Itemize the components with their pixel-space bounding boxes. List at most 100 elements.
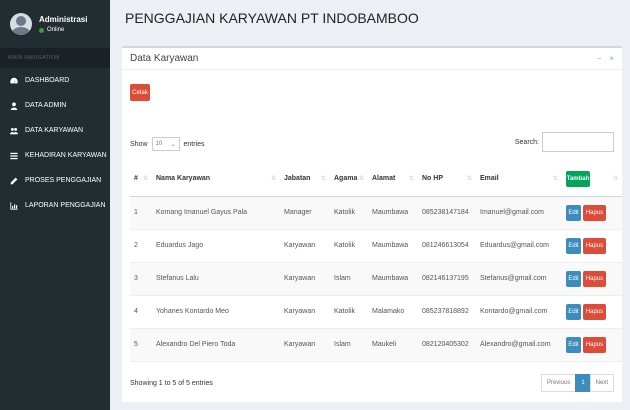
sidebar-item-proses-penggajian[interactable]: PROSES PENGGAJIAN <box>0 168 110 193</box>
box-header: Data Karyawan − × <box>122 48 622 70</box>
sidebar-item-laporan-penggajian[interactable]: LAPORAN PENGGAJIAN <box>0 193 110 218</box>
nav-header: MAIN NAVIGATION <box>0 48 110 68</box>
cell-actions: Edit Hapus <box>562 196 622 230</box>
chart-icon <box>9 201 19 210</box>
entries-show-label: Show <box>130 140 148 148</box>
edit-button[interactable]: Edit <box>566 237 581 254</box>
cell-alamat: Maumbawa <box>368 229 418 263</box>
table-row: 3 Stefanus Lalu Karyawan Islam Maumbawa 08214… <box>130 262 622 296</box>
cell-nama: Komang Imanuel Gayus Pala <box>152 196 280 230</box>
users-icon <box>9 126 19 135</box>
cell-no: 1 <box>130 196 152 230</box>
cell-nohp: 085237818892 <box>418 295 476 329</box>
cell-email: Kontardo@gmail.com <box>476 295 562 329</box>
dashboard-icon <box>9 76 19 85</box>
sidebar: Administrasi Online MAIN NAVIGATION DASH… <box>0 0 110 410</box>
column-header-alamat[interactable]: Alamat ⇅ <box>368 162 418 197</box>
sidebar-item-kehadiran-karyawan[interactable]: KEHADIRAN KARYAWAN <box>0 143 110 168</box>
cell-actions: Edit Hapus <box>562 229 622 263</box>
entries-select[interactable]: 10 ⌄ <box>151 137 180 151</box>
next-button[interactable]: Next <box>589 374 614 392</box>
edit-button[interactable]: Edit <box>566 270 581 287</box>
close-icon[interactable]: × <box>609 54 614 63</box>
edit-button[interactable]: Edit <box>566 303 581 320</box>
column-header-no[interactable]: # ⇅ <box>130 162 152 197</box>
cell-nama: Eduardus Jago <box>152 229 280 263</box>
pencil-icon <box>9 176 19 185</box>
sidebar-item-data-karyawan[interactable]: DATA KARYAWAN <box>0 118 110 143</box>
cell-alamat: Maumbawa <box>368 196 418 230</box>
previous-button[interactable]: Previous <box>540 374 577 392</box>
entries-control: Show 10 ⌄ entries <box>130 137 205 151</box>
cell-no: 4 <box>130 295 152 329</box>
online-dot-icon <box>39 27 44 33</box>
user-panel: Administrasi Online <box>0 0 110 48</box>
cell-agama: Islam <box>330 328 368 362</box>
cell-email: Alexandro@gmail.com <box>476 328 562 362</box>
cell-email: Eduardus@gmail.com <box>476 229 562 263</box>
cell-jabatan: Karyawan <box>280 328 330 362</box>
table-row: 4 Yohanes Kontardo Meo Karyawan Katolik Mala… <box>130 295 622 329</box>
cell-alamat: Maukeli <box>368 328 418 362</box>
cell-alamat: Maumbawa <box>368 262 418 296</box>
box-tools: − × <box>597 54 622 63</box>
cell-agama: Islam <box>330 262 368 296</box>
cell-actions: Edit Hapus <box>562 262 622 296</box>
cell-actions: Edit Hapus <box>562 328 622 362</box>
cell-nohp: 085238147184 <box>418 196 476 230</box>
tambah-button[interactable]: Tambah <box>566 170 590 187</box>
search-label: Search: <box>514 138 539 146</box>
page-1-button[interactable]: 1 <box>575 374 591 392</box>
column-header-action: Tambah ⇅ <box>562 162 622 197</box>
cell-nama: Yohanes Kontardo Meo <box>152 295 280 329</box>
search-control: Search: <box>515 132 614 152</box>
cell-email: Imanuel@gmail.com <box>476 196 562 230</box>
sidebar-item-label: PROSES PENGGAJIAN <box>25 177 102 184</box>
hapus-button[interactable]: Hapus <box>583 204 606 221</box>
sort-icon: ⇅ <box>466 176 472 182</box>
cetak-button[interactable]: Cetak <box>130 84 150 101</box>
search-input[interactable] <box>542 132 614 152</box>
hapus-button[interactable]: Hapus <box>583 237 606 254</box>
sort-icon: ⇅ <box>270 176 276 182</box>
edit-button[interactable]: Edit <box>566 204 581 221</box>
pagination: Previous 1 Next <box>540 374 614 392</box>
hapus-button[interactable]: Hapus <box>583 303 606 320</box>
sidebar-item-data-admin[interactable]: DATA ADMIN <box>0 93 110 118</box>
sort-icon: ⇅ <box>408 176 414 182</box>
cell-nohp: 081246613054 <box>418 229 476 263</box>
cell-agama: Katolik <box>330 295 368 329</box>
table-header-row: # ⇅ Nama Karyawan ⇅ Jabatan ⇅ Agama ⇅ Alamat… <box>130 162 622 197</box>
table-row: 2 Eduardus Jago Karyawan Katolik Maumbawa 081… <box>130 229 622 263</box>
table-row: 5 Alexandro Del Piero Toda Karyawan Islam Ma… <box>130 328 622 362</box>
column-header-email[interactable]: Email ⇅ <box>476 162 562 197</box>
hapus-button[interactable]: Hapus <box>583 336 606 353</box>
sidebar-item-label: DATA ADMIN <box>25 102 67 109</box>
edit-button[interactable]: Edit <box>566 336 581 353</box>
cell-jabatan: Karyawan <box>280 229 330 263</box>
table-row: 1 Komang Imanuel Gayus Pala Manager Katolik… <box>130 196 622 230</box>
sort-icon: ⇅ <box>142 176 148 182</box>
column-header-jabatan[interactable]: Jabatan ⇅ <box>280 162 330 197</box>
list-icon <box>9 151 19 160</box>
user-status-text: Online <box>47 27 65 33</box>
karyawan-table: # ⇅ Nama Karyawan ⇅ Jabatan ⇅ Agama ⇅ Alamat… <box>130 162 622 362</box>
hapus-button[interactable]: Hapus <box>583 270 606 287</box>
user-status: Online <box>39 27 87 33</box>
sidebar-item-dashboard[interactable]: DASHBOARD <box>0 68 110 93</box>
sort-icon: ⇅ <box>552 176 558 182</box>
cell-alamat: Malamako <box>368 295 418 329</box>
cell-nohp: 082146137195 <box>418 262 476 296</box>
cell-jabatan: Karyawan <box>280 262 330 296</box>
cell-actions: Edit Hapus <box>562 295 622 329</box>
page-title: PENGGAJIAN KARYAWAN PT INDOBAMBOO <box>125 10 419 26</box>
collapse-icon[interactable]: − <box>597 54 602 63</box>
main-content: PENGGAJIAN KARYAWAN PT INDOBAMBOO Data K… <box>110 0 630 410</box>
cell-nama: Stefanus Lalu <box>152 262 280 296</box>
sort-icon: ⇅ <box>612 176 618 182</box>
sidebar-item-label: DATA KARYAWAN <box>25 127 84 134</box>
column-header-nama[interactable]: Nama Karyawan ⇅ <box>152 162 280 197</box>
column-header-agama[interactable]: Agama ⇅ <box>330 162 368 197</box>
cell-no: 5 <box>130 328 152 362</box>
column-header-nohp[interactable]: No HP ⇅ <box>418 162 476 197</box>
